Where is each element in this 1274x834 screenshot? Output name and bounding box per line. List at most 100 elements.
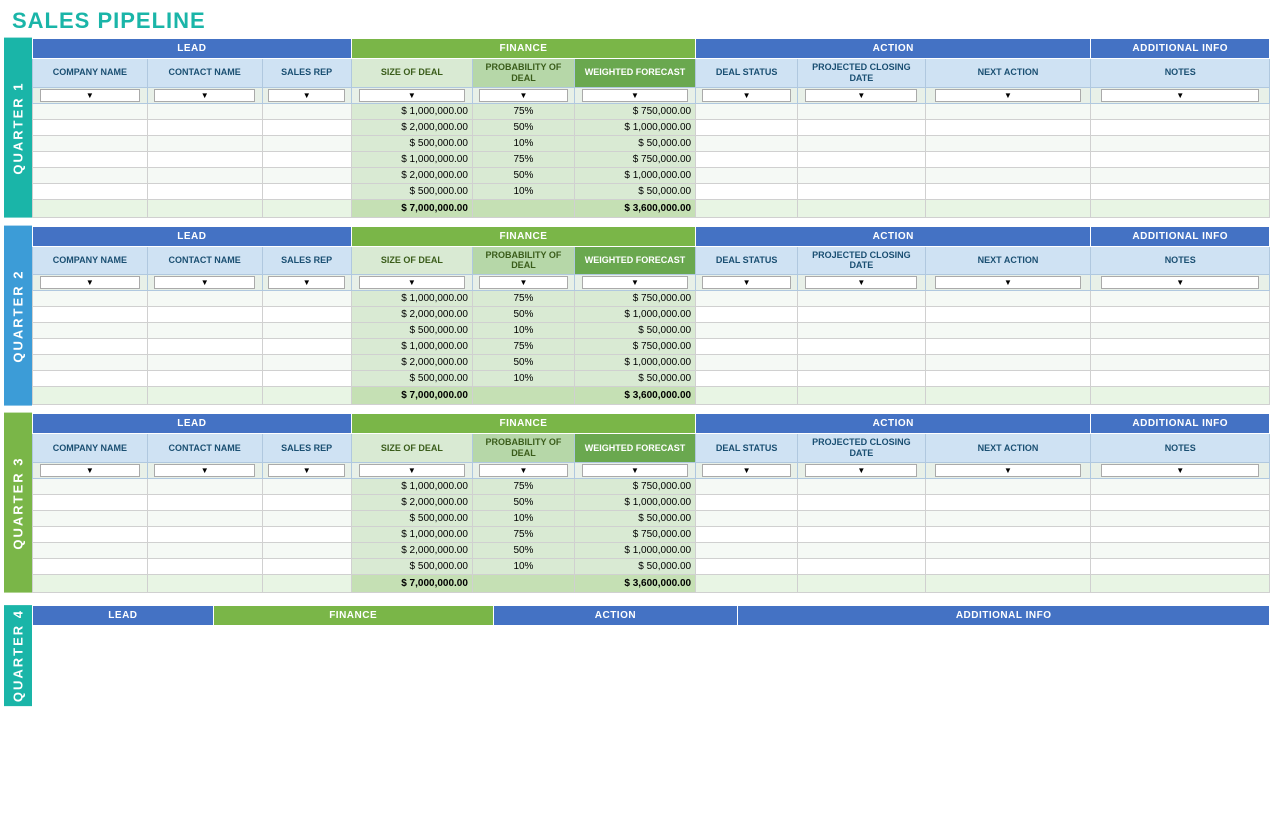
size-of-deal: $ 500,000.00 — [351, 371, 472, 387]
weighted-forecast: $ 50,000.00 — [574, 135, 695, 151]
quarter-table-wrap: LEADFINANCEACTIONADDITIONAL INFOCOMPANY … — [32, 226, 1270, 406]
quarter-section: QUARTER 2LEADFINANCEACTIONADDITIONAL INF… — [4, 226, 1270, 406]
table-row: $ 2,000,000.0050%$ 1,000,000.00 — [33, 355, 1270, 371]
quarter-table-wrap: LEADFINANCEACTIONADDITIONAL INFOCOMPANY … — [32, 38, 1270, 218]
table-row: $ 500,000.0010%$ 50,000.00 — [33, 510, 1270, 526]
filter-dropdown[interactable]: ▼ — [582, 464, 688, 477]
filter-dropdown[interactable]: ▼ — [805, 89, 917, 102]
filter-dropdown[interactable]: ▼ — [154, 276, 255, 289]
filter-dropdown[interactable]: ▼ — [268, 464, 346, 477]
probability: 50% — [472, 119, 574, 135]
size-of-deal: $ 2,000,000.00 — [351, 307, 472, 323]
probability: 50% — [472, 355, 574, 371]
table-row: $ 2,000,000.0050%$ 1,000,000.00 — [33, 542, 1270, 558]
col-header-probability-of-deal: PROBABILITY OF DEAL — [472, 434, 574, 463]
q4-header-lead: LEAD — [33, 605, 214, 625]
section-action-header: ACTION — [696, 414, 1091, 434]
size-of-deal: $ 1,000,000.00 — [351, 526, 472, 542]
filter-dropdown[interactable]: ▼ — [935, 89, 1082, 102]
weighted-forecast: $ 50,000.00 — [574, 183, 695, 199]
col-header-company-name: COMPANY NAME — [33, 59, 148, 88]
probability: 50% — [472, 494, 574, 510]
filter-dropdown[interactable]: ▼ — [805, 464, 917, 477]
col-header-notes: NOTES — [1091, 59, 1270, 88]
filter-dropdown[interactable]: ▼ — [479, 276, 568, 289]
filter-dropdown[interactable]: ▼ — [1101, 276, 1259, 289]
size-of-deal: $ 1,000,000.00 — [351, 151, 472, 167]
section-finance-header: FINANCE — [351, 226, 695, 246]
filter-dropdown[interactable]: ▼ — [268, 89, 346, 102]
filter-dropdown[interactable]: ▼ — [702, 464, 791, 477]
weighted-forecast: $ 50,000.00 — [574, 558, 695, 574]
filter-dropdown[interactable]: ▼ — [479, 464, 568, 477]
size-of-deal: $ 1,000,000.00 — [351, 478, 472, 494]
filter-dropdown[interactable]: ▼ — [935, 276, 1082, 289]
filter-dropdown[interactable]: ▼ — [805, 276, 917, 289]
total-size: $ 7,000,000.00 — [351, 199, 472, 217]
col-header-next-action: NEXT ACTION — [925, 246, 1091, 275]
probability: 10% — [472, 558, 574, 574]
weighted-forecast: $ 750,000.00 — [574, 478, 695, 494]
quarter4-table-wrap: LEADFINANCEACTIONADDITIONAL INFO — [32, 605, 1270, 706]
weighted-forecast: $ 1,000,000.00 — [574, 307, 695, 323]
filter-dropdown[interactable]: ▼ — [40, 464, 141, 477]
probability: 50% — [472, 307, 574, 323]
weighted-forecast: $ 750,000.00 — [574, 103, 695, 119]
filter-dropdown[interactable]: ▼ — [1101, 89, 1259, 102]
size-of-deal: $ 1,000,000.00 — [351, 103, 472, 119]
table-row: $ 500,000.0010%$ 50,000.00 — [33, 371, 1270, 387]
section-additional-header: ADDITIONAL INFO — [1091, 226, 1270, 246]
col-header-deal-status: DEAL STATUS — [696, 246, 798, 275]
col-header-probability-of-deal: PROBABILITY OF DEAL — [472, 59, 574, 88]
filter-dropdown[interactable]: ▼ — [702, 276, 791, 289]
filter-dropdown[interactable]: ▼ — [40, 276, 141, 289]
filter-dropdown[interactable]: ▼ — [359, 89, 465, 102]
weighted-forecast: $ 750,000.00 — [574, 291, 695, 307]
quarter-section: QUARTER 1LEADFINANCEACTIONADDITIONAL INF… — [4, 38, 1270, 218]
weighted-forecast: $ 750,000.00 — [574, 526, 695, 542]
section-additional-header: ADDITIONAL INFO — [1091, 39, 1270, 59]
weighted-forecast: $ 1,000,000.00 — [574, 494, 695, 510]
filter-dropdown[interactable]: ▼ — [359, 464, 465, 477]
probability: 10% — [472, 510, 574, 526]
total-row: $ 7,000,000.00$ 3,600,000.00 — [33, 574, 1270, 592]
filter-dropdown[interactable]: ▼ — [154, 464, 255, 477]
col-header-contact-name: CONTACT NAME — [147, 246, 262, 275]
table-row: $ 500,000.0010%$ 50,000.00 — [33, 135, 1270, 151]
section-lead-header: LEAD — [33, 226, 352, 246]
col-header-deal-status: DEAL STATUS — [696, 434, 798, 463]
weighted-forecast: $ 50,000.00 — [574, 323, 695, 339]
weighted-forecast: $ 1,000,000.00 — [574, 167, 695, 183]
filter-dropdown[interactable]: ▼ — [359, 276, 465, 289]
filter-dropdown[interactable]: ▼ — [582, 276, 688, 289]
probability: 10% — [472, 371, 574, 387]
filter-dropdown[interactable]: ▼ — [479, 89, 568, 102]
total-wf: $ 3,600,000.00 — [574, 387, 695, 405]
weighted-forecast: $ 750,000.00 — [574, 339, 695, 355]
probability: 75% — [472, 151, 574, 167]
col-header-sales-rep: SALES REP — [262, 434, 351, 463]
filter-dropdown[interactable]: ▼ — [268, 276, 346, 289]
weighted-forecast: $ 1,000,000.00 — [574, 355, 695, 371]
quarter-label: QUARTER 2 — [4, 226, 32, 406]
quarter-section: QUARTER 3LEADFINANCEACTIONADDITIONAL INF… — [4, 413, 1270, 593]
section-additional-header: ADDITIONAL INFO — [1091, 414, 1270, 434]
probability: 10% — [472, 323, 574, 339]
col-header-company-name: COMPANY NAME — [33, 434, 148, 463]
filter-dropdown[interactable]: ▼ — [702, 89, 791, 102]
probability: 50% — [472, 542, 574, 558]
filter-dropdown[interactable]: ▼ — [935, 464, 1082, 477]
filter-dropdown[interactable]: ▼ — [1101, 464, 1259, 477]
probability: 10% — [472, 183, 574, 199]
q4-header-action: ACTION — [493, 605, 738, 625]
filter-dropdown[interactable]: ▼ — [154, 89, 255, 102]
col-header-sales-rep: SALES REP — [262, 246, 351, 275]
filter-dropdown[interactable]: ▼ — [582, 89, 688, 102]
total-size: $ 7,000,000.00 — [351, 387, 472, 405]
col-header-probability-of-deal: PROBABILITY OF DEAL — [472, 246, 574, 275]
q4-section-header: LEADFINANCEACTIONADDITIONAL INFO — [33, 605, 1270, 625]
filter-dropdown[interactable]: ▼ — [40, 89, 141, 102]
size-of-deal: $ 1,000,000.00 — [351, 291, 472, 307]
table-row: $ 2,000,000.0050%$ 1,000,000.00 — [33, 119, 1270, 135]
size-of-deal: $ 2,000,000.00 — [351, 355, 472, 371]
